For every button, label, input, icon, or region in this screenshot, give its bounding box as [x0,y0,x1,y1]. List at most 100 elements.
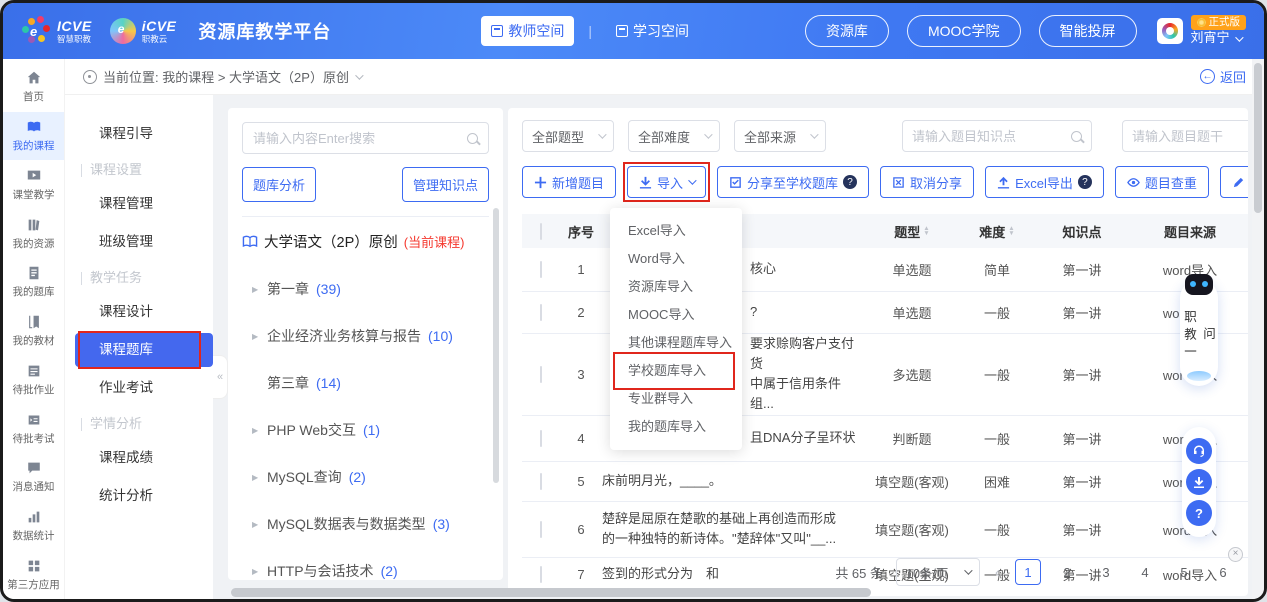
col-type[interactable]: 题型 ▲ ▼ [862,222,962,241]
tree-node[interactable]: ▶ HTTP与会话技术 (2) [242,561,489,580]
expand-arrow-icon[interactable]: ▶ [252,473,260,482]
resource-library-button[interactable]: 资源库 [804,15,889,47]
knowledge-search-input[interactable] [912,128,1071,144]
table-row[interactable]: 5 床前明月光，____。 填空题(客观) 困难 第一讲 word导入 [522,462,1248,502]
manage-knowledge-button[interactable]: 管理知识点 [401,167,489,202]
difficulty-select[interactable]: 全部难度 [628,120,720,152]
page-number[interactable]: 5 [1171,559,1197,585]
submenu-homework-exam[interactable]: 作业考试 [65,371,213,405]
row-checkbox[interactable] [540,472,542,490]
vertical-scrollbar-thumb[interactable] [1254,63,1262,213]
excel-export-button[interactable]: Excel导出 ? [985,166,1104,198]
page-number[interactable]: 2 [1054,559,1080,585]
expand-arrow-icon[interactable]: ▶ [252,567,260,576]
tree-node[interactable]: ▶ 第一章 (39) [242,279,489,299]
rail-item-pending-exams[interactable]: 待批考试 [3,404,64,453]
rail-item-my-resources[interactable]: 我的资源 [3,209,64,258]
submenu-course-manage[interactable]: 课程管理 [65,187,213,221]
chevron-down-icon[interactable] [355,70,364,80]
search-icon[interactable] [1071,130,1082,142]
rail-item-notifications[interactable]: 消息通知 [3,453,64,502]
submenu-course-design[interactable]: 课程设计 [65,295,213,329]
row-checkbox[interactable] [540,365,542,383]
submenu-course-guide[interactable]: 课程引导 [65,117,213,151]
bank-analysis-button[interactable]: 题库分析 [242,167,317,202]
prev-page-button[interactable]: ‹ [993,564,1002,581]
download-center-button[interactable] [1186,469,1212,495]
col-difficulty[interactable]: 难度 ▲ ▼ [962,222,1032,241]
menu-item-resource-library-import[interactable]: 资源库导入 [610,273,742,301]
submenu-course-question-bank[interactable]: 课程题库 [75,331,213,369]
tree-node[interactable]: ▶ MySQL查询 (2) [242,467,489,487]
menu-item-mooc-import[interactable]: MOOC导入 [610,301,742,329]
avatar[interactable] [1156,18,1183,44]
tree-search-input[interactable] [253,130,467,146]
menu-item-word-import[interactable]: Word导入 [610,245,742,273]
page-number[interactable]: 3 [1093,559,1119,585]
table-row[interactable]: 6 楚辞是屈原在楚歌的基础上再创造而形成 的一种独特的新诗体。"楚辞体"又叫"__… [522,502,1248,558]
rail-item-my-textbooks[interactable]: 我的教材 [3,307,64,356]
modify-knowledge-button[interactable]: 修改知识 [1219,166,1248,198]
import-button[interactable]: 导入 [627,166,707,198]
page-size-select[interactable]: 10条/页 [896,558,980,586]
cancel-share-button[interactable]: 取消分享 [880,166,975,198]
sort-icon[interactable]: ▲ ▼ [1008,225,1014,237]
page-number[interactable]: 6 [1210,559,1236,585]
collapse-sidebar-button[interactable]: « [213,355,228,399]
tree-node[interactable]: 第三章 (14) [242,373,489,393]
stem-search-input[interactable] [1132,128,1248,144]
tree-node[interactable]: ▶ 企业经济业务核算与报告 (10) [242,326,489,346]
source-select[interactable]: 全部来源 [734,120,826,152]
ai-assistant-widget[interactable]: 职教一问 [1180,274,1218,386]
expand-arrow-icon[interactable]: ▶ [252,332,260,341]
expand-arrow-icon[interactable]: ▶ [252,285,260,294]
tree-node[interactable]: ▶ PHP Web交互 (1) [242,420,489,440]
rail-item-my-question-bank[interactable]: 我的题库 [3,258,64,307]
tree-root-node[interactable]: 大学语文（2P）原创 (当前课程) [242,231,489,252]
add-question-button[interactable]: 新增题目 [522,166,617,198]
help-button[interactable]: ? [1186,500,1212,526]
submenu-statistical-analysis[interactable]: 统计分析 [65,479,213,513]
row-checkbox[interactable] [540,520,542,538]
user-menu[interactable]: 刘宵宁 [1191,30,1247,46]
expand-arrow-icon[interactable]: ▶ [252,520,260,529]
rail-item-my-courses[interactable]: 我的课程 [3,111,64,161]
page-number[interactable]: 4 [1132,559,1158,585]
submenu-class-manage[interactable]: 班级管理 [65,225,213,259]
submenu-course-scores[interactable]: 课程成绩 [65,441,213,475]
row-checkbox[interactable] [540,304,542,321]
rail-item-third-party-apps[interactable]: 第三方应用 [3,550,64,599]
search-icon[interactable] [467,132,478,144]
row-checkbox[interactable] [540,566,542,584]
page-number[interactable]: 1 [1015,559,1041,585]
sort-icon[interactable]: ▲ ▼ [923,225,929,237]
duplicate-check-button[interactable]: 题目查重 [1114,166,1209,198]
back-button[interactable]: ← 返回 [1199,67,1246,86]
rail-item-pending-homework[interactable]: 待批作业 [3,355,64,404]
breadcrumb[interactable]: 当前位置: 我的课程 > 大学语文（2P）原创 [103,67,349,86]
help-question-badge[interactable]: ? [843,175,858,189]
rail-item-classroom-teaching[interactable]: 课堂教学 [3,160,64,209]
customer-service-button[interactable] [1186,438,1212,464]
teacher-space-tab[interactable]: 教师空间 [481,16,575,46]
rail-item-data-statistics[interactable]: 数据统计 [3,502,64,551]
share-to-school-button[interactable]: 分享至学校题库 ? [717,166,870,198]
help-question-badge[interactable]: ? [1077,175,1092,189]
learn-space-tab[interactable]: 学习空间 [606,16,699,46]
vertical-scrollbar-track[interactable] [1252,59,1264,599]
menu-item-other-course-bank-import[interactable]: 其他课程题库导入 [610,329,742,357]
tree-node[interactable]: ▶ MySQL数据表与数据类型 (3) [242,514,489,534]
menu-item-major-group-import[interactable]: 专业群导入 [610,385,742,413]
smart-cast-button[interactable]: 智能投屏 [1038,15,1137,47]
question-type-select[interactable]: 全部题型 [522,120,614,152]
close-floating-button[interactable]: × [1228,547,1243,562]
menu-item-excel-import[interactable]: Excel导入 [610,217,742,245]
row-checkbox[interactable] [540,429,542,447]
tree-scrollbar[interactable] [493,208,499,483]
menu-item-school-bank-import[interactable]: 学校题库导入 [610,352,742,390]
select-all-checkbox[interactable] [540,222,542,240]
row-checkbox[interactable] [540,261,542,278]
rail-item-home[interactable]: 首页 [3,63,64,112]
expand-arrow-icon[interactable]: ▶ [252,426,260,435]
mooc-college-button[interactable]: MOOC学院 [906,15,1021,47]
